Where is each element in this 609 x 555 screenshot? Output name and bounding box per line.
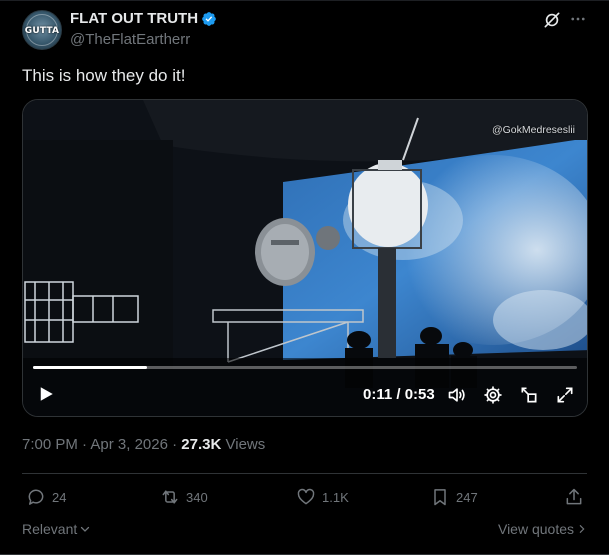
tweet-time[interactable]: 7:00 PM: [22, 436, 78, 453]
top-divider: [0, 0, 609, 1]
repost-button[interactable]: 340: [160, 486, 208, 508]
chevron-right-icon: [579, 525, 585, 533]
tweet-date[interactable]: Apr 3, 2026: [90, 436, 168, 453]
like-count: 1.1K: [322, 489, 349, 505]
tweet-text: This is how they do it!: [22, 66, 186, 85]
reply-button[interactable]: 24: [26, 486, 66, 508]
share-icon: [566, 488, 582, 505]
actions-divider: [22, 473, 587, 474]
share-button[interactable]: [564, 486, 584, 508]
video-progress-bar[interactable]: [33, 366, 577, 369]
bookmark-count: 247: [456, 489, 478, 505]
sort-label: Relevant: [22, 521, 78, 537]
repost-icon: [162, 490, 178, 504]
views-label: Views: [225, 436, 266, 453]
like-button[interactable]: 1.1K: [296, 486, 349, 508]
views-count: 27.3K: [181, 436, 222, 453]
bookmark-button[interactable]: 247: [430, 486, 478, 508]
verified-badge-icon: [202, 12, 216, 26]
heart-icon: [297, 488, 315, 505]
video-time: 0:11 / 0:53: [363, 386, 435, 403]
meta-separator: ·: [172, 436, 178, 453]
picture-in-picture-icon[interactable]: [519, 385, 539, 405]
author-avatar[interactable]: GUTTA: [22, 10, 62, 50]
reply-count: 24: [52, 489, 67, 505]
video-player[interactable]: @GokMedreseslii 0:11 / 0:53: [22, 99, 588, 417]
sort-replies-dropdown[interactable]: Relevant: [22, 521, 91, 537]
grok-icon[interactable]: [542, 10, 562, 30]
reply-icon: [28, 489, 44, 505]
more-options-icon[interactable]: [569, 10, 587, 28]
repost-count: 340: [186, 489, 208, 505]
video-progress-fill: [33, 366, 148, 369]
video-watermark: @GokMedreseslii: [491, 124, 575, 136]
fullscreen-icon[interactable]: [555, 385, 575, 405]
volume-icon[interactable]: [447, 385, 467, 405]
author-display-name[interactable]: FLAT OUT TRUTH: [70, 10, 198, 27]
bookmark-icon: [434, 489, 446, 506]
chevron-down-icon: [81, 526, 90, 532]
settings-gear-icon[interactable]: [483, 385, 503, 405]
play-icon[interactable]: [37, 385, 55, 403]
video-frame: [23, 100, 587, 416]
avatar-logo-text: GUTTA: [24, 26, 60, 36]
view-quotes-label: View quotes: [497, 521, 574, 537]
tweet-detail: GUTTA FLAT OUT TRUTH @TheFlatEartherr Th…: [0, 0, 609, 555]
author-handle[interactable]: @TheFlatEartherr: [70, 31, 190, 48]
tweet-meta: 7:00 PM · Apr 3, 2026 · 27.3K Views: [22, 436, 265, 453]
meta-separator: ·: [82, 436, 88, 453]
view-quotes-link[interactable]: View quotes: [498, 521, 587, 537]
